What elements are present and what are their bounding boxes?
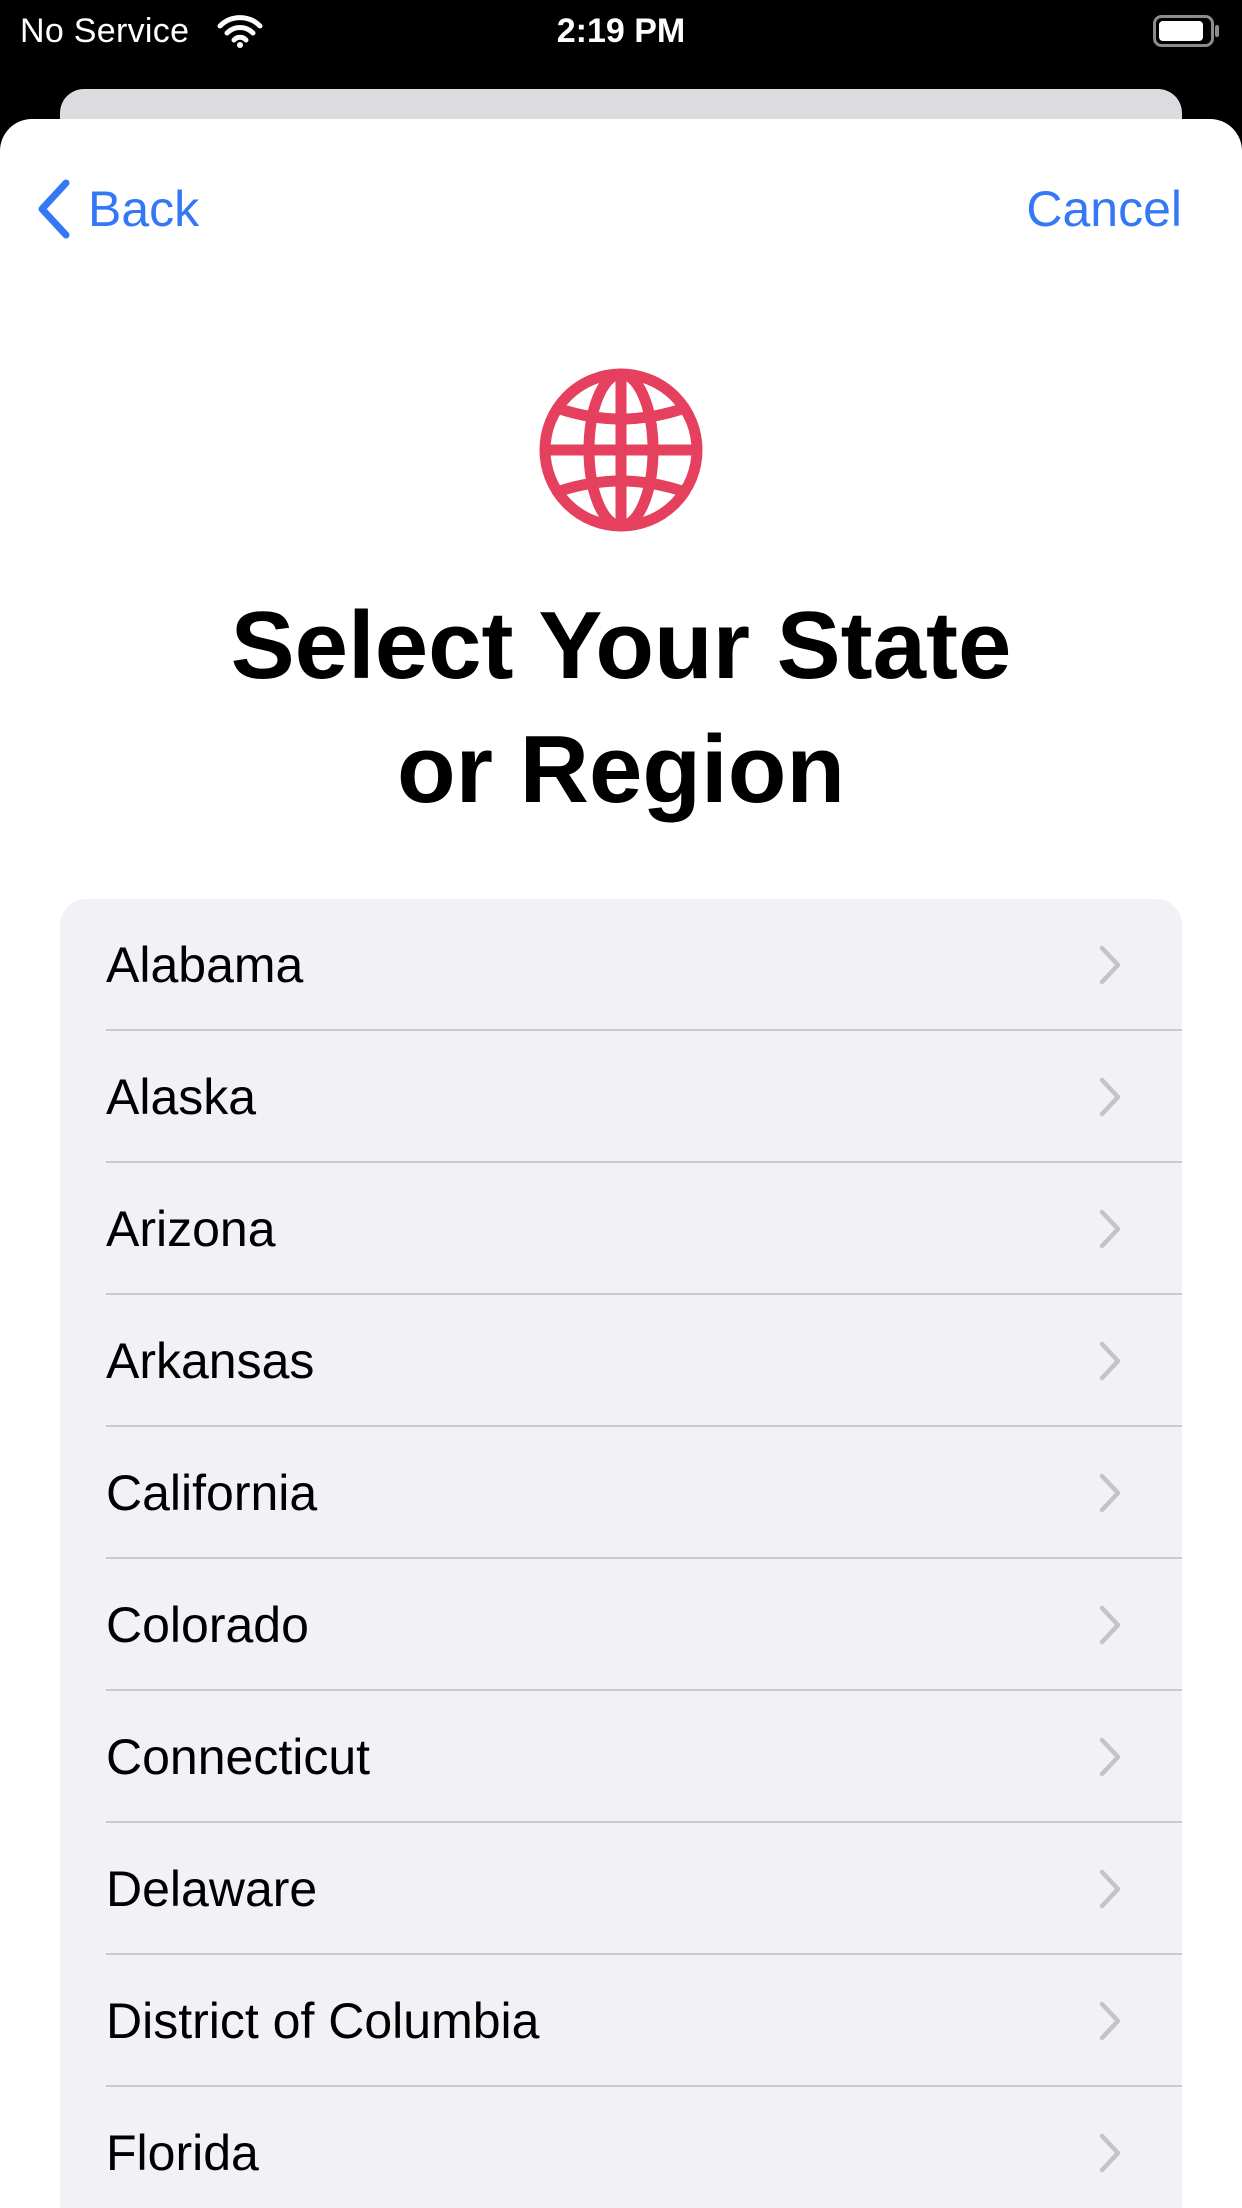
chevron-right-icon	[1099, 1077, 1121, 1117]
region-label: Arkansas	[106, 1333, 315, 1389]
region-label: Connecticut	[106, 1729, 371, 1785]
region-label: Alaska	[106, 1069, 257, 1125]
chevron-right-icon	[1099, 1737, 1121, 1777]
region-row-delaware[interactable]: Delaware	[60, 1823, 1182, 1955]
chevron-right-icon	[1099, 1869, 1121, 1909]
region-row-california[interactable]: California	[60, 1427, 1182, 1559]
region-row-arkansas[interactable]: Arkansas	[60, 1295, 1182, 1427]
cancel-button[interactable]: Cancel	[1026, 174, 1182, 244]
region-row-district-of-columbia[interactable]: District of Columbia	[60, 1955, 1182, 2087]
back-button[interactable]: Back	[34, 174, 199, 244]
region-label: Colorado	[106, 1597, 309, 1653]
page-title-line-1: Select Your State	[230, 592, 1012, 699]
globe-icon	[539, 368, 703, 532]
chevron-right-icon	[1099, 1605, 1121, 1645]
page-title: Select Your State or Region	[100, 584, 1142, 832]
region-label: Alabama	[106, 937, 304, 993]
battery-icon	[1153, 15, 1219, 47]
chevron-right-icon	[1099, 945, 1121, 985]
region-row-colorado[interactable]: Colorado	[60, 1559, 1182, 1691]
region-row-alaska[interactable]: Alaska	[60, 1031, 1182, 1163]
chevron-right-icon	[1099, 2133, 1121, 2173]
page-title-line-2: or Region	[397, 716, 845, 823]
chevron-left-icon	[38, 179, 70, 239]
back-label: Back	[88, 181, 200, 237]
region-label: District of Columbia	[106, 1993, 540, 2049]
region-row-florida[interactable]: Florida	[60, 2087, 1182, 2208]
chevron-right-icon	[1099, 2001, 1121, 2041]
region-row-connecticut[interactable]: Connecticut	[60, 1691, 1182, 1823]
chevron-right-icon	[1099, 1209, 1121, 1249]
status-bar: No Service 2:19 PM	[0, 0, 1242, 62]
clock: 2:19 PM	[556, 12, 686, 50]
chevron-right-icon	[1099, 1341, 1121, 1381]
region-label: Arizona	[106, 1201, 276, 1257]
region-label: Delaware	[106, 1861, 318, 1917]
region-label: California	[106, 1465, 318, 1521]
region-list: Alabama Alaska Arizona Arkansas Californ…	[60, 899, 1182, 2208]
region-row-alabama[interactable]: Alabama	[60, 899, 1182, 1031]
region-label: Florida	[106, 2125, 259, 2181]
region-row-arizona[interactable]: Arizona	[60, 1163, 1182, 1295]
chevron-right-icon	[1099, 1473, 1121, 1513]
modal-sheet: Back Cancel Select Your State or Region …	[0, 119, 1242, 2208]
